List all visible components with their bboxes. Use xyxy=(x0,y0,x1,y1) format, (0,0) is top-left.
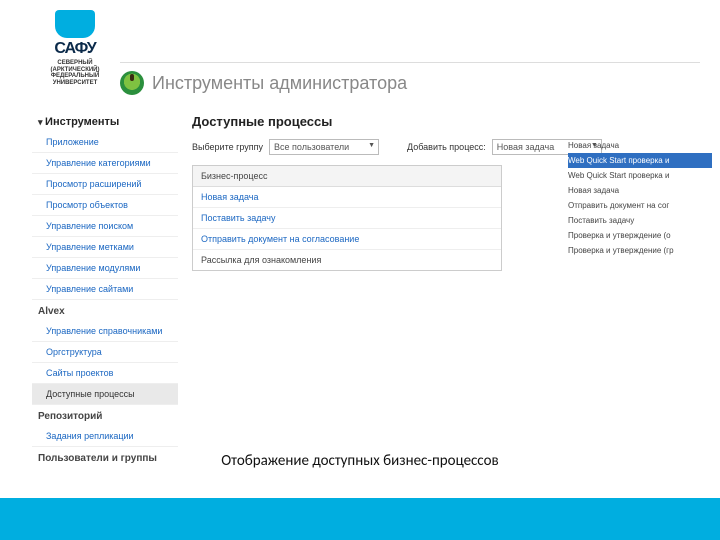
table-row[interactable]: Поставить задачу xyxy=(193,208,501,229)
page-title: Инструменты администратора xyxy=(152,73,407,94)
filter-label: Выберите группу xyxy=(192,142,263,152)
list-item[interactable]: Новая задача xyxy=(568,138,712,153)
main-content: Доступные процессы Выберите группу Все п… xyxy=(192,112,702,468)
slide-caption: Отображение доступных бизнес-процессов xyxy=(0,452,720,470)
app-header-area: Инструменты администратора xyxy=(120,62,700,107)
brand-block: САФУ СЕВЕРНЫЙ (АРКТИЧЕСКИЙ) ФЕДЕРАЛЬНЫЙ … xyxy=(30,10,120,100)
table-row[interactable]: Отправить документ на согласование xyxy=(193,229,501,250)
sidebar-section-repo[interactable]: Репозиторий xyxy=(32,405,178,426)
sidebar-item-available-processes[interactable]: Доступные процессы xyxy=(32,384,178,405)
table-row[interactable]: Новая задача xyxy=(193,187,501,208)
list-item[interactable]: Новая задача xyxy=(568,183,712,198)
sidebar-item[interactable]: Управление модулями xyxy=(32,258,178,279)
table-header: Бизнес-процесс xyxy=(193,166,501,187)
sidebar-item[interactable]: Управление метками xyxy=(32,237,178,258)
brand-name: САФУ xyxy=(54,40,95,58)
sidebar-section-tools[interactable]: Инструменты xyxy=(32,112,178,132)
table-row[interactable]: Рассылка для ознакомления xyxy=(193,250,501,270)
footer-bar xyxy=(0,498,720,540)
process-table: Бизнес-процесс Новая задача Поставить за… xyxy=(192,165,502,271)
sidebar: Инструменты Приложение Управление катего… xyxy=(32,112,178,468)
sidebar-item[interactable]: Приложение xyxy=(32,132,178,153)
list-item[interactable]: Проверка и утверждение (гр xyxy=(568,243,712,258)
logo-icon xyxy=(55,10,95,38)
sidebar-item[interactable]: Просмотр расширений xyxy=(32,174,178,195)
list-item-selected[interactable]: Web Quick Start проверка и xyxy=(568,153,712,168)
app-icon xyxy=(120,71,144,95)
sidebar-section-alvex[interactable]: Alvex xyxy=(32,300,178,321)
list-item[interactable]: Проверка и утверждение (о xyxy=(568,228,712,243)
sidebar-item[interactable]: Задания репликации xyxy=(32,426,178,447)
main-heading: Доступные процессы xyxy=(192,112,702,139)
sidebar-item[interactable]: Просмотр объектов xyxy=(32,195,178,216)
sidebar-item[interactable]: Управление категориями xyxy=(32,153,178,174)
brand-subtitle: СЕВЕРНЫЙ (АРКТИЧЕСКИЙ) ФЕДЕРАЛЬНЫЙ УНИВЕ… xyxy=(51,60,100,86)
add-process-label: Добавить процесс: xyxy=(407,142,486,152)
sidebar-item[interactable]: Оргструктура xyxy=(32,342,178,363)
sidebar-item[interactable]: Сайты проектов xyxy=(32,363,178,384)
process-dropdown-list: Новая задача Web Quick Start проверка и … xyxy=(564,138,712,258)
sidebar-item[interactable]: Управление поиском xyxy=(32,216,178,237)
list-item[interactable]: Отправить документ на сог xyxy=(568,198,712,213)
list-item[interactable]: Поставить задачу xyxy=(568,213,712,228)
sidebar-item[interactable]: Управление справочниками xyxy=(32,321,178,342)
sidebar-item[interactable]: Управление сайтами xyxy=(32,279,178,300)
group-select[interactable]: Все пользователи xyxy=(269,139,379,155)
list-item[interactable]: Web Quick Start проверка и xyxy=(568,168,712,183)
